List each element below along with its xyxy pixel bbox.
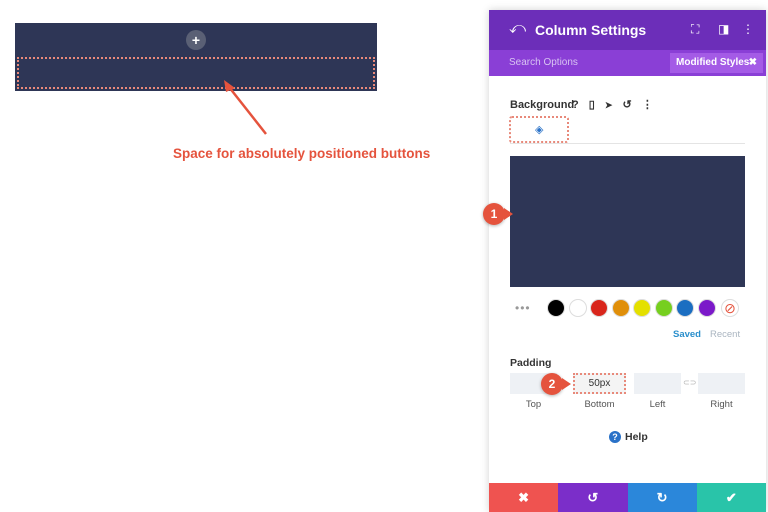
swatch-white[interactable]	[569, 299, 587, 317]
panel-header: ⤺ Column Settings ⛶ ◨ ⋮	[489, 10, 766, 50]
annotation-marker-1: 1	[483, 203, 505, 225]
button-space-highlight	[17, 57, 375, 89]
help-link[interactable]: ? Help	[609, 431, 648, 443]
close-icon[interactable]: ✖	[749, 53, 757, 73]
reset-icon[interactable]: ↺	[623, 98, 632, 111]
padding-left-input[interactable]	[634, 373, 681, 394]
panel-title: Column Settings	[535, 22, 647, 38]
expand-icon[interactable]: ⛶	[691, 22, 699, 37]
padding-right-input[interactable]	[698, 373, 745, 394]
padding-bottom-label: Bottom	[584, 399, 615, 410]
column-settings-panel: ⤺ Column Settings ⛶ ◨ ⋮ Search Options M…	[483, 10, 766, 512]
swatch-yellow[interactable]	[633, 299, 651, 317]
padding-label: Padding	[510, 357, 552, 369]
search-options-input[interactable]: Search Options	[509, 57, 578, 68]
annotation-marker-2: 2	[541, 373, 563, 395]
more-options-icon[interactable]: ⋮	[742, 22, 754, 36]
padding-bottom-input[interactable]: 50px	[573, 373, 626, 394]
annotation-marker-1-tail	[504, 208, 513, 220]
padding-left-label: Left	[649, 399, 666, 410]
background-color-preview[interactable]	[510, 156, 745, 287]
padding-right-label: Right	[710, 399, 733, 410]
annotation-text: Space for absolutely positioned buttons	[173, 146, 431, 161]
panel-footer: ✖ ↺ ↻ ✔	[489, 483, 766, 512]
modified-styles-label: Modified Styles	[676, 57, 750, 68]
background-label: Background	[510, 99, 575, 111]
no-color-swatch-icon[interactable]: ⊘	[721, 299, 739, 317]
help-question-icon[interactable]: ?	[572, 99, 579, 111]
help-icon: ?	[609, 431, 621, 443]
hover-pointer-icon[interactable]: ➤	[605, 100, 613, 111]
background-color-tab[interactable]: ◈	[509, 116, 569, 143]
cancel-button[interactable]: ✖	[489, 483, 559, 512]
save-button[interactable]: ✔	[696, 483, 766, 512]
annotation-marker-2-tail	[562, 378, 571, 390]
swatch-orange[interactable]	[612, 299, 630, 317]
recent-colors-tab[interactable]: Recent	[710, 329, 740, 340]
redo-button[interactable]: ↻	[627, 483, 697, 512]
divider	[510, 143, 745, 144]
paint-bucket-icon: ◈	[535, 124, 544, 136]
mobile-device-icon[interactable]: ▯	[589, 98, 595, 111]
swatch-blue[interactable]	[676, 299, 694, 317]
undo-arrow-icon[interactable]: ⤺	[509, 20, 526, 38]
swatch-green[interactable]	[655, 299, 673, 317]
saved-colors-tab[interactable]: Saved	[673, 329, 701, 340]
swatch-purple[interactable]	[698, 299, 716, 317]
swatch-red[interactable]	[590, 299, 608, 317]
options-bar: Search Options Modified Styles ✖	[489, 50, 766, 76]
add-module-plus-icon[interactable]: +	[186, 30, 206, 50]
more-vertical-icon[interactable]: ⋮	[642, 98, 653, 111]
swatch-black[interactable]	[547, 299, 565, 317]
undo-button[interactable]: ↺	[558, 483, 628, 512]
help-label: Help	[625, 431, 648, 443]
modified-styles-filter[interactable]: Modified Styles ✖	[670, 53, 763, 73]
padding-top-label: Top	[525, 399, 542, 410]
columns-layout-icon[interactable]: ◨	[718, 22, 729, 36]
link-values-icon[interactable]: ⊂⊃	[683, 378, 696, 387]
background-option-icons: ? ▯ ➤ ↺ ⋮	[572, 98, 660, 111]
more-swatches-icon[interactable]: •••	[515, 301, 531, 315]
